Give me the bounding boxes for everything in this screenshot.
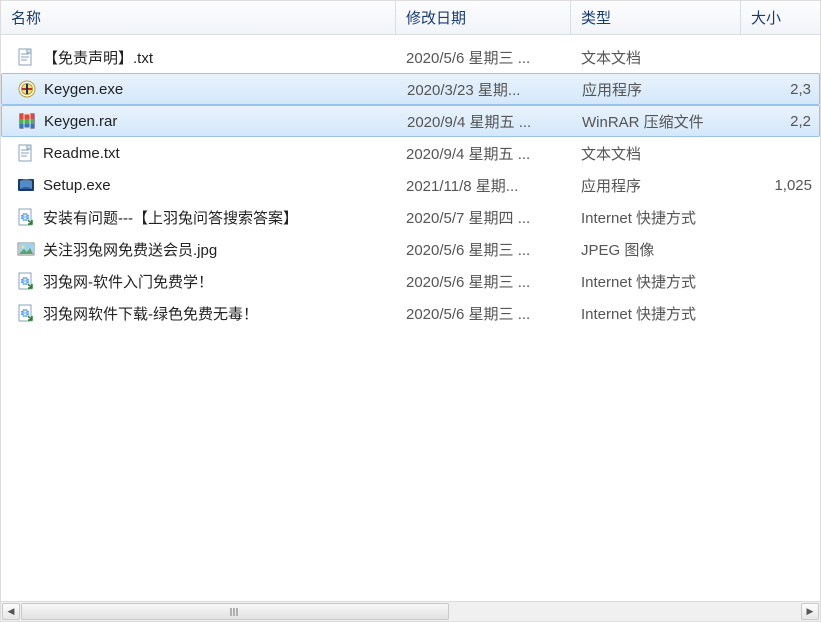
file-row[interactable]: Setup.exe 2021/11/8 星期...应用程序1,025 (1, 169, 820, 201)
file-size: 2,3 (742, 81, 819, 98)
file-date: 2021/11/8 星期... (396, 175, 571, 196)
file-list[interactable]: 【免责声明】.txt2020/5/6 星期三 ...文本文档Keygen.exe… (1, 35, 820, 601)
file-name: 安装有问题---【上羽兔问答搜索答案】 (43, 207, 298, 228)
column-header-name-label: 名称 (11, 7, 41, 28)
file-row[interactable]: 【免责声明】.txt 2020/5/6 星期三 ...文本文档 (1, 41, 820, 73)
scroll-left-button[interactable]: ◀ (2, 603, 20, 620)
file-row[interactable]: 羽兔网软件下载-绿色免费无毒！ 2020/5/6 星期三 ...Internet … (1, 297, 820, 329)
rar-file-icon (18, 112, 36, 130)
jpg-file-icon (17, 240, 35, 258)
file-date: 2020/3/23 星期... (397, 79, 572, 100)
txt-file-icon (17, 48, 35, 66)
file-row[interactable]: 关注羽兔网免费送会员.jpg 2020/5/6 星期三 ...JPEG 图像 (1, 233, 820, 265)
column-header-date-label: 修改日期 (406, 7, 466, 28)
file-type: 应用程序 (572, 79, 742, 100)
file-type: 应用程序 (571, 175, 741, 196)
file-type: 文本文档 (571, 47, 741, 68)
file-type: Internet 快捷方式 (571, 303, 741, 324)
file-name: Keygen.rar (44, 113, 117, 130)
column-header-name[interactable]: 名称 (1, 1, 396, 34)
file-explorer-pane: 名称 修改日期 类型 大小 【免责声明】.txt 2020/5/6 星期三 ...… (0, 0, 821, 622)
file-name: 关注羽兔网免费送会员.jpg (43, 239, 217, 260)
file-row[interactable]: Keygen.exe 2020/3/23 星期...应用程序2,3 (1, 73, 820, 105)
column-header-row: 名称 修改日期 类型 大小 (1, 1, 820, 35)
file-date: 2020/5/7 星期四 ... (396, 207, 571, 228)
file-row[interactable]: Keygen.rar 2020/9/4 星期五 ...WinRAR 压缩文件2,2 (1, 105, 820, 137)
txt-file-icon (17, 144, 35, 162)
keygen-file-icon (18, 80, 36, 98)
file-row[interactable]: 安装有问题---【上羽兔问答搜索答案】 2020/5/7 星期四 ...Inter… (1, 201, 820, 233)
column-header-size[interactable]: 大小 (741, 1, 820, 34)
setup-file-icon (17, 176, 35, 194)
file-type: Internet 快捷方式 (571, 271, 741, 292)
column-header-type-label: 类型 (581, 7, 611, 28)
file-date: 2020/5/6 星期三 ... (396, 271, 571, 292)
file-name: Keygen.exe (44, 81, 123, 98)
file-name: Readme.txt (43, 145, 120, 162)
file-name: 羽兔网软件下载-绿色免费无毒！ (43, 303, 258, 324)
file-type: Internet 快捷方式 (571, 207, 741, 228)
url-file-icon (17, 208, 35, 226)
file-date: 2020/5/6 星期三 ... (396, 239, 571, 260)
column-header-size-label: 大小 (751, 7, 781, 28)
file-size: 1,025 (741, 177, 820, 194)
file-date: 2020/9/4 星期五 ... (396, 143, 571, 164)
file-type: WinRAR 压缩文件 (572, 111, 742, 132)
file-date: 2020/5/6 星期三 ... (396, 303, 571, 324)
file-name: 羽兔网-软件入门免费学！ (43, 271, 213, 292)
file-type: JPEG 图像 (571, 239, 741, 260)
column-header-type[interactable]: 类型 (571, 1, 741, 34)
url-file-icon (17, 304, 35, 322)
file-row[interactable]: 羽兔网-软件入门免费学！ 2020/5/6 星期三 ...Internet 快捷方… (1, 265, 820, 297)
file-date: 2020/9/4 星期五 ... (397, 111, 572, 132)
scroll-thumb[interactable] (21, 603, 449, 620)
file-size: 2,2 (742, 113, 819, 130)
file-type: 文本文档 (571, 143, 741, 164)
file-name: 【免责声明】.txt (43, 47, 153, 68)
scroll-right-button[interactable]: ▶ (801, 603, 819, 620)
horizontal-scrollbar: ◀ ▶ (1, 601, 820, 621)
url-file-icon (17, 272, 35, 290)
file-date: 2020/5/6 星期三 ... (396, 47, 571, 68)
column-header-date[interactable]: 修改日期 (396, 1, 571, 34)
scroll-thumb-grip (230, 608, 240, 616)
file-row[interactable]: Readme.txt 2020/9/4 星期五 ...文本文档 (1, 137, 820, 169)
scroll-track[interactable] (21, 603, 800, 620)
file-name: Setup.exe (43, 177, 111, 194)
